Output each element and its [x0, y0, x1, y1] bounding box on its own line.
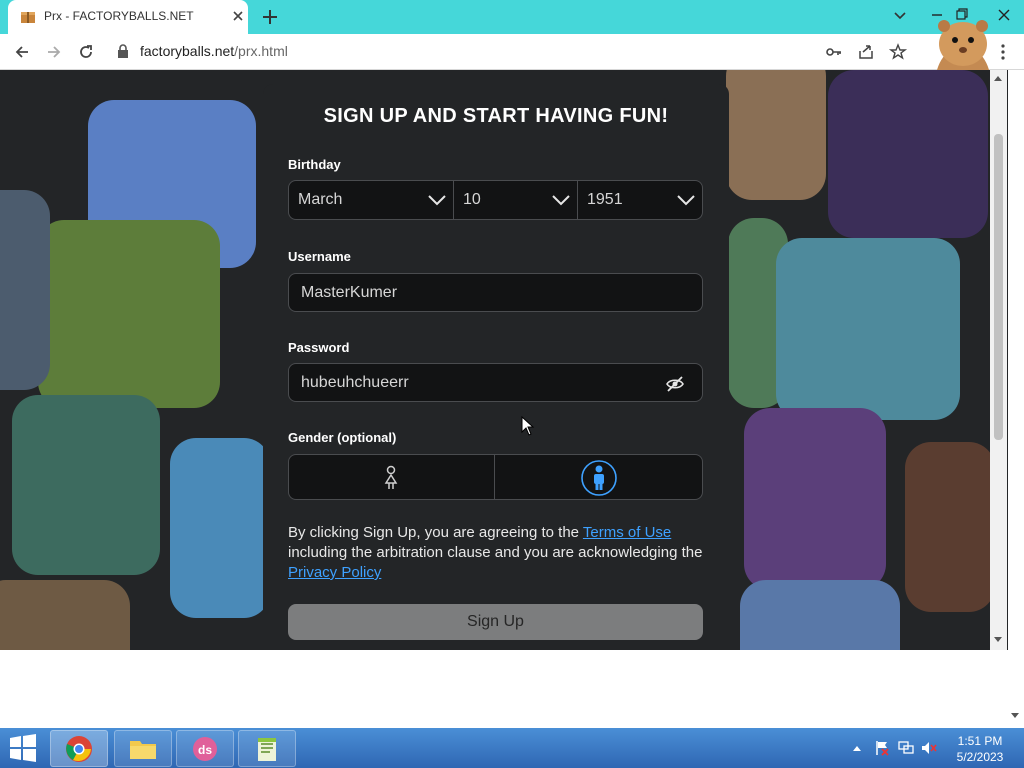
- legal-middle: including the arbitration clause and you…: [288, 544, 703, 561]
- female-icon: [384, 465, 398, 489]
- username-input[interactable]: MasterKumer: [288, 273, 703, 312]
- address-bar[interactable]: factoryballs.net/prx.html: [140, 43, 288, 59]
- share-icon[interactable]: [856, 42, 876, 62]
- privacy-policy-link[interactable]: Privacy Policy: [288, 564, 381, 581]
- username-label: Username: [288, 249, 351, 264]
- password-label: Password: [288, 340, 350, 355]
- game-thumbnail: [726, 70, 826, 200]
- password-value: hubeuhchueerr: [301, 374, 409, 391]
- plus-icon[interactable]: [260, 7, 280, 27]
- mouse-cursor-icon: [521, 416, 535, 436]
- star-icon[interactable]: [888, 42, 908, 62]
- birthday-label: Birthday: [288, 157, 341, 172]
- terms-of-use-link[interactable]: Terms of Use: [583, 524, 671, 541]
- windows-start-icon[interactable]: [8, 734, 38, 762]
- chevron-down-icon[interactable]: [888, 4, 912, 26]
- lock-icon[interactable]: [115, 42, 131, 62]
- game-thumbnail: [744, 408, 886, 590]
- game-thumbnail: [740, 580, 900, 650]
- game-thumbnail: [776, 238, 960, 420]
- signup-button[interactable]: Sign Up: [288, 604, 703, 640]
- legal-text: By clicking Sign Up, you are agreeing to…: [288, 523, 708, 583]
- browser-toolbar: factoryballs.net/prx.html: [0, 34, 1024, 70]
- birth-year-value: 1951: [587, 191, 623, 208]
- chevron-down-icon: [552, 195, 570, 206]
- chevron-down-icon: [428, 195, 446, 206]
- key-icon[interactable]: [824, 42, 844, 62]
- birth-month-value: March: [298, 191, 343, 208]
- tray-expand-icon[interactable]: [852, 744, 862, 752]
- gender-female-button[interactable]: [288, 454, 495, 500]
- tab-title: Prx - FACTORYBALLS.NET: [44, 9, 194, 23]
- reload-icon[interactable]: [76, 42, 96, 62]
- volume-muted-icon[interactable]: [920, 740, 938, 756]
- birth-day-value: 10: [463, 191, 481, 208]
- signup-heading: SIGN UP AND START HAVING FUN!: [323, 105, 669, 127]
- game-thumbnail: [828, 70, 988, 238]
- game-thumbnail: [12, 395, 160, 575]
- game-thumbnail: [0, 580, 130, 650]
- url-host: factoryballs.net: [140, 43, 235, 59]
- taskbar-ds-app[interactable]: ds: [176, 730, 234, 767]
- ds-app-icon: ds: [193, 737, 217, 761]
- scrollbar-thumb[interactable]: [994, 134, 1003, 440]
- birth-month-select[interactable]: March: [288, 180, 454, 220]
- arrow-left-icon[interactable]: [12, 42, 32, 62]
- legal-prefix: By clicking Sign Up, you are agreeing to…: [288, 524, 583, 541]
- page-below-fold: [0, 650, 1024, 728]
- gender-label: Gender (optional): [288, 430, 397, 445]
- scroll-down-icon[interactable]: [993, 636, 1003, 644]
- network-icon[interactable]: [898, 740, 914, 756]
- chrome-icon: [66, 736, 92, 762]
- notepad-plus-icon: [258, 738, 276, 761]
- username-value: MasterKumer: [301, 284, 398, 301]
- clock-date: 5/2/2023: [956, 750, 1004, 764]
- male-icon: [581, 460, 617, 496]
- scroll-down-icon[interactable]: [1010, 712, 1020, 720]
- eye-slash-icon[interactable]: [665, 375, 685, 393]
- folder-icon: [130, 741, 156, 759]
- flag-icon[interactable]: [874, 740, 890, 756]
- taskbar-chrome[interactable]: [50, 730, 108, 767]
- game-thumbnail: [38, 220, 220, 408]
- game-thumbnail: [0, 190, 50, 390]
- scroll-up-icon[interactable]: [993, 74, 1003, 82]
- game-thumbnail: [170, 438, 270, 618]
- chevron-down-icon: [677, 195, 695, 206]
- game-thumbnail: [905, 442, 995, 612]
- box-icon: [21, 12, 35, 23]
- tab-strip: Prx - FACTORYBALLS.NET: [0, 0, 1024, 34]
- clock-time: 1:51 PM: [957, 734, 1003, 748]
- taskbar-clock[interactable]: 1:51 PM 5/2/2023: [952, 733, 1008, 765]
- kebab-menu-icon[interactable]: [996, 42, 1010, 62]
- browser-tab[interactable]: Prx - FACTORYBALLS.NET: [8, 0, 248, 34]
- birth-year-select[interactable]: 1951: [577, 180, 703, 220]
- svg-text:ds: ds: [198, 743, 212, 757]
- taskbar-notepad-plus[interactable]: [238, 730, 296, 767]
- birth-day-select[interactable]: 10: [453, 180, 578, 220]
- close-icon[interactable]: [230, 8, 246, 24]
- taskbar-explorer[interactable]: [114, 730, 172, 767]
- url-path: /prx.html: [234, 43, 288, 59]
- gender-male-button[interactable]: [494, 454, 703, 500]
- password-input[interactable]: hubeuhchueerr: [288, 363, 703, 402]
- arrow-right-icon[interactable]: [44, 42, 64, 62]
